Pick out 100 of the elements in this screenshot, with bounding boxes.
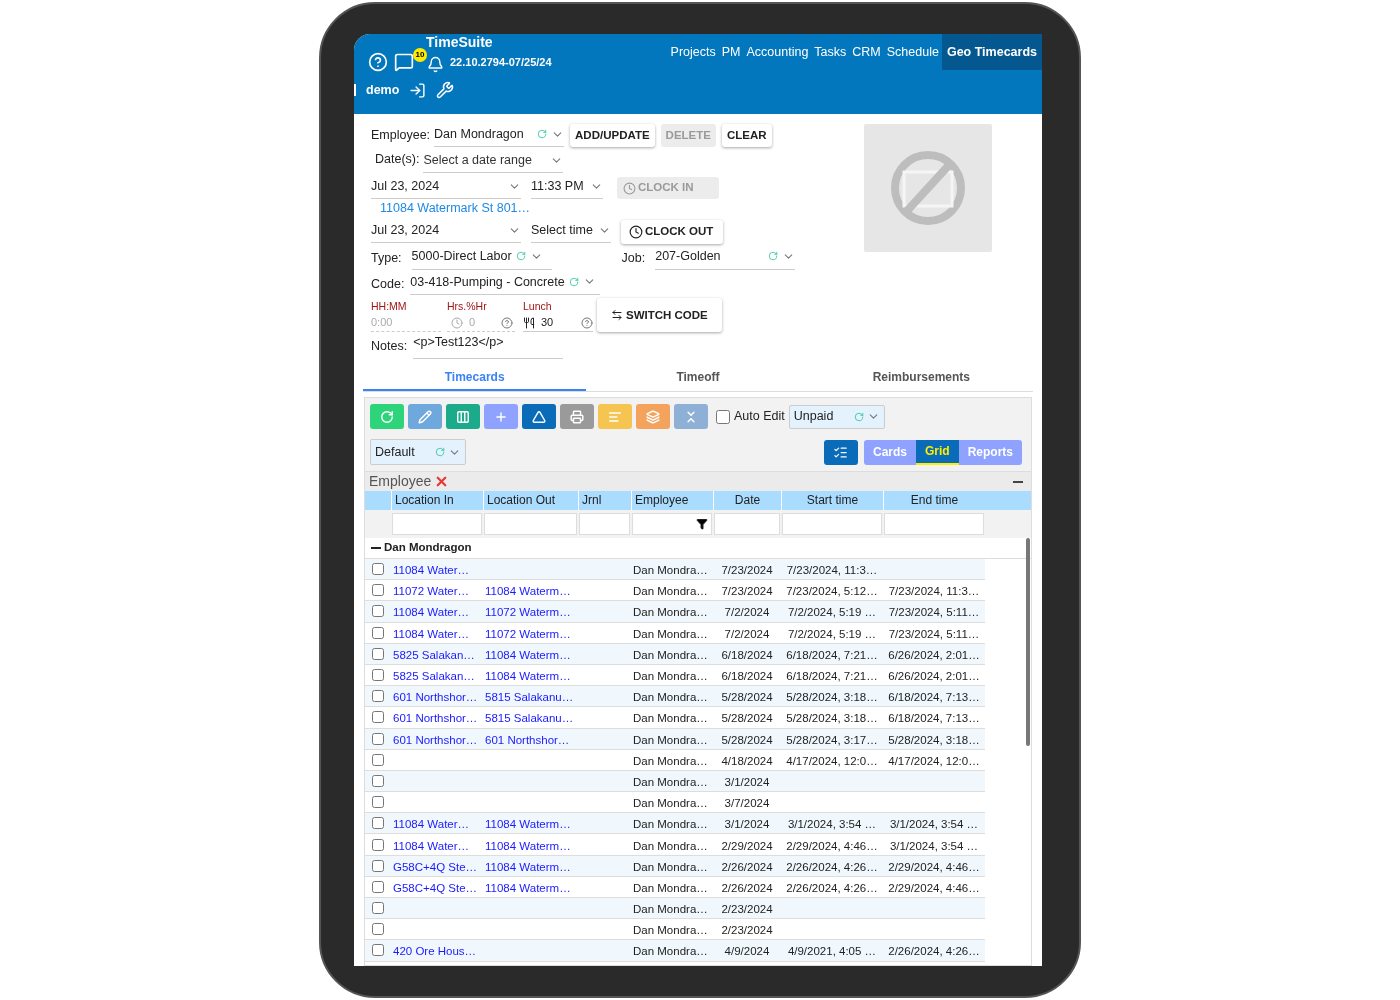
row-checkbox[interactable] bbox=[372, 690, 384, 703]
filter-field[interactable] bbox=[392, 513, 482, 535]
auto-edit-checkbox[interactable] bbox=[716, 409, 730, 424]
job-select[interactable]: 207-Golden bbox=[655, 246, 796, 270]
hours-field[interactable]: 0:00 bbox=[371, 314, 441, 332]
refresh-icon[interactable] bbox=[568, 276, 579, 287]
location-link[interactable]: 11084 Waterm… bbox=[485, 881, 571, 894]
location-link[interactable]: 11084 Waterm… bbox=[485, 585, 571, 598]
nav-link[interactable]: Schedule bbox=[883, 34, 942, 70]
action-button[interactable]: CLEAR bbox=[722, 124, 772, 148]
username[interactable]: demo bbox=[366, 81, 400, 100]
chat-icon[interactable] bbox=[394, 52, 414, 72]
table-row[interactable]: 11084 Water… Dan Mondra… 7/23/2024 7/23/2024, 11:3… bbox=[365, 559, 985, 581]
layout-select[interactable]: Default bbox=[370, 439, 466, 465]
row-checkbox[interactable] bbox=[372, 753, 384, 766]
location-link[interactable]: 601 Northshor… bbox=[393, 691, 478, 704]
location-link[interactable]: 5825 Salakan… bbox=[393, 670, 475, 683]
row-checkbox[interactable] bbox=[372, 669, 384, 682]
location-link[interactable]: 5815 Salakanu… bbox=[485, 712, 574, 725]
table-row[interactable]: 420 Ore Hous… Dan Mondra… 4/9/2024 4/9/2021, 4:05 … 2/26/2024, 4:26… bbox=[365, 940, 985, 962]
print-button[interactable] bbox=[560, 404, 594, 429]
pay-filter-select[interactable]: Unpaid bbox=[788, 404, 885, 429]
table-row[interactable]: Dan Mondra… 2/23/2024 bbox=[365, 898, 985, 920]
refresh-button[interactable] bbox=[370, 404, 404, 429]
location-link[interactable]: 11084 Waterm… bbox=[485, 818, 571, 831]
help-icon[interactable] bbox=[581, 316, 593, 329]
row-checkbox[interactable] bbox=[372, 880, 384, 893]
location-link[interactable]: 601 Northshor… bbox=[485, 733, 570, 746]
checklist-button[interactable] bbox=[823, 439, 858, 465]
action-button[interactable]: ADD/UPDATE bbox=[570, 124, 655, 148]
location-link[interactable]: 11084 Waterm… bbox=[485, 648, 571, 661]
date-range-select[interactable]: Select a date range bbox=[423, 145, 564, 173]
collapse-button[interactable] bbox=[674, 404, 708, 429]
filter-field[interactable] bbox=[714, 513, 780, 535]
columns-button[interactable] bbox=[446, 404, 480, 429]
switch-code-button[interactable]: SWITCH CODE bbox=[597, 298, 722, 333]
layers-button[interactable] bbox=[636, 404, 670, 429]
row-checkbox[interactable] bbox=[372, 774, 384, 787]
employee-select[interactable]: Dan Mondragon bbox=[434, 124, 565, 147]
location-link[interactable]: 420 Ore Hous… bbox=[393, 945, 477, 958]
row-checkbox[interactable] bbox=[372, 859, 384, 872]
location-link[interactable]: 11084 Waterm… bbox=[485, 860, 571, 873]
row-checkbox[interactable] bbox=[372, 944, 384, 957]
table-row[interactable]: Dan Mondra… 3/1/2024 bbox=[365, 770, 985, 793]
nav-link[interactable]: Accounting bbox=[743, 34, 812, 70]
location-link[interactable]: 11084 Waterm… bbox=[485, 670, 571, 683]
type-select[interactable]: 5000-Direct Labor bbox=[411, 246, 552, 270]
ruler-button[interactable] bbox=[522, 404, 556, 429]
refresh-icon[interactable] bbox=[515, 251, 526, 262]
location-link[interactable]: 11072 Waterm… bbox=[485, 627, 571, 640]
table-row[interactable]: G58C+4Q Ste… 11084 Waterm… Dan Mondra… 2/26/2024 2/26/2024, 4:26… 2/29/2024, 4:46… bbox=[365, 855, 985, 877]
filter-field[interactable] bbox=[884, 513, 984, 535]
row-checkbox[interactable] bbox=[372, 796, 384, 809]
wrench-icon[interactable] bbox=[436, 81, 455, 100]
table-row[interactable]: 601 Northshor… 601 Northshor… Dan Mondra… 5/28/2024 5/28/2024, 3:17… 5/28/2024, 3:18… bbox=[365, 728, 985, 750]
location-link[interactable]: 11084 Waterm… bbox=[485, 839, 571, 852]
logout-icon[interactable] bbox=[409, 81, 427, 99]
row-checkbox[interactable] bbox=[372, 923, 384, 936]
refresh-icon[interactable] bbox=[768, 251, 779, 262]
row-checkbox[interactable] bbox=[372, 902, 384, 915]
location-link[interactable]: 11084 Water… bbox=[393, 839, 470, 852]
refresh-icon[interactable] bbox=[435, 447, 445, 457]
date-picker[interactable]: Jul 23, 2024 bbox=[371, 220, 521, 243]
filter-field[interactable] bbox=[782, 513, 882, 535]
location-link[interactable]: 601 Northshor… bbox=[393, 733, 478, 746]
row-checkbox[interactable] bbox=[372, 605, 384, 618]
location-link[interactable]: 5825 Salakan… bbox=[393, 648, 475, 661]
edit-button[interactable] bbox=[408, 404, 442, 429]
row-checkbox[interactable] bbox=[372, 732, 384, 745]
location-link[interactable]: G58C+4Q Ste… bbox=[393, 860, 478, 873]
row-checkbox[interactable] bbox=[372, 563, 384, 576]
nav-link[interactable]: Projects bbox=[667, 34, 719, 70]
refresh-icon[interactable] bbox=[853, 411, 864, 422]
location-link[interactable]: G58C+4Q Ste… bbox=[393, 881, 478, 894]
scrollbar-thumb[interactable] bbox=[1026, 538, 1030, 746]
location-link[interactable]: 601 Northshor… bbox=[393, 712, 478, 725]
filter-icon[interactable] bbox=[696, 518, 708, 530]
table-row[interactable]: 11084 Water… 11084 Waterm… Dan Mondra… 3/1/2024 3/1/2024, 3:54 … 3/1/2024, 3:54 … bbox=[365, 813, 985, 835]
nav-link[interactable]: Tasks bbox=[811, 34, 850, 70]
location-link[interactable]: 11084 Water… bbox=[393, 627, 470, 640]
filter-field[interactable] bbox=[484, 513, 577, 535]
table-row[interactable]: 601 Northshor… 5815 Salakanu… Dan Mondra… 5/28/2024 5/28/2024, 3:18… 6/18/2024, 7:13… bbox=[365, 686, 985, 708]
tab[interactable]: Timeoff bbox=[586, 365, 810, 391]
hours-percent-field[interactable]: 0 bbox=[469, 314, 495, 331]
help-icon[interactable] bbox=[501, 316, 513, 329]
location-link[interactable]: 11084 Water… bbox=[393, 564, 470, 577]
filter-field[interactable] bbox=[632, 513, 712, 535]
location-link[interactable]: 11072 Water… bbox=[393, 585, 470, 598]
table-row[interactable]: 11084 Water… 11072 Waterm… Dan Mondra… 7/2/2024 7/2/2024, 5:19 … 7/23/2024, 5:11… bbox=[365, 601, 985, 623]
lunch-field[interactable]: 30 bbox=[523, 314, 593, 332]
location-link[interactable]: 11084 Water… bbox=[393, 606, 470, 619]
tab[interactable]: Reimbursements bbox=[809, 365, 1033, 391]
refresh-icon[interactable] bbox=[537, 129, 548, 140]
nav-link[interactable]: PM bbox=[718, 34, 744, 70]
location-link[interactable]: 11084 Water… bbox=[393, 818, 470, 831]
time-picker[interactable]: Select time bbox=[531, 220, 611, 243]
location-link[interactable]: 5815 Salakanu… bbox=[485, 691, 574, 704]
row-checkbox[interactable] bbox=[372, 647, 384, 660]
code-select[interactable]: 03-418-Pumping - Concrete bbox=[410, 272, 601, 296]
tab[interactable]: Timecards bbox=[363, 365, 587, 391]
